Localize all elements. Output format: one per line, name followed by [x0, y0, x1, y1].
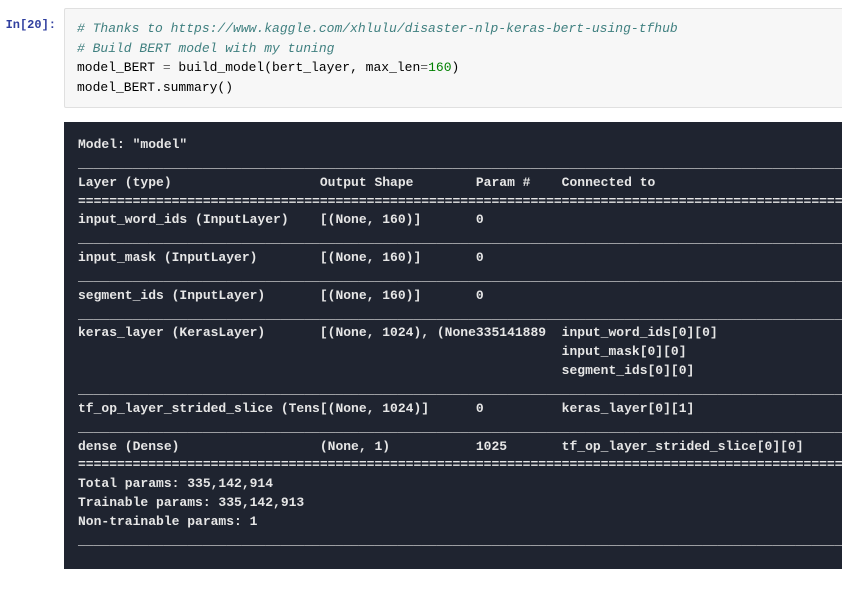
code-token: model_BERT: [77, 60, 155, 75]
code-token: ): [452, 60, 460, 75]
code-output: Model: "model" _________________________…: [64, 122, 842, 569]
code-token: (bert_layer, max_len: [264, 60, 420, 75]
notebook-cell: In[20]: # Thanks to https://www.kaggle.c…: [0, 0, 842, 577]
code-token: model_BERT.summary(): [77, 80, 233, 95]
code-token: 160: [428, 60, 451, 75]
code-input[interactable]: # Thanks to https://www.kaggle.com/xhlul…: [64, 8, 842, 108]
cell-content: # Thanks to https://www.kaggle.com/xhlul…: [64, 8, 842, 569]
code-token: =: [420, 60, 428, 75]
cell-prompt: In[20]:: [0, 8, 64, 569]
code-comment: # Thanks to https://www.kaggle.com/xhlul…: [77, 21, 678, 36]
code-token: =: [155, 60, 178, 75]
code-comment: # Build BERT model with my tuning: [77, 41, 334, 56]
code-token: build_model: [178, 60, 264, 75]
